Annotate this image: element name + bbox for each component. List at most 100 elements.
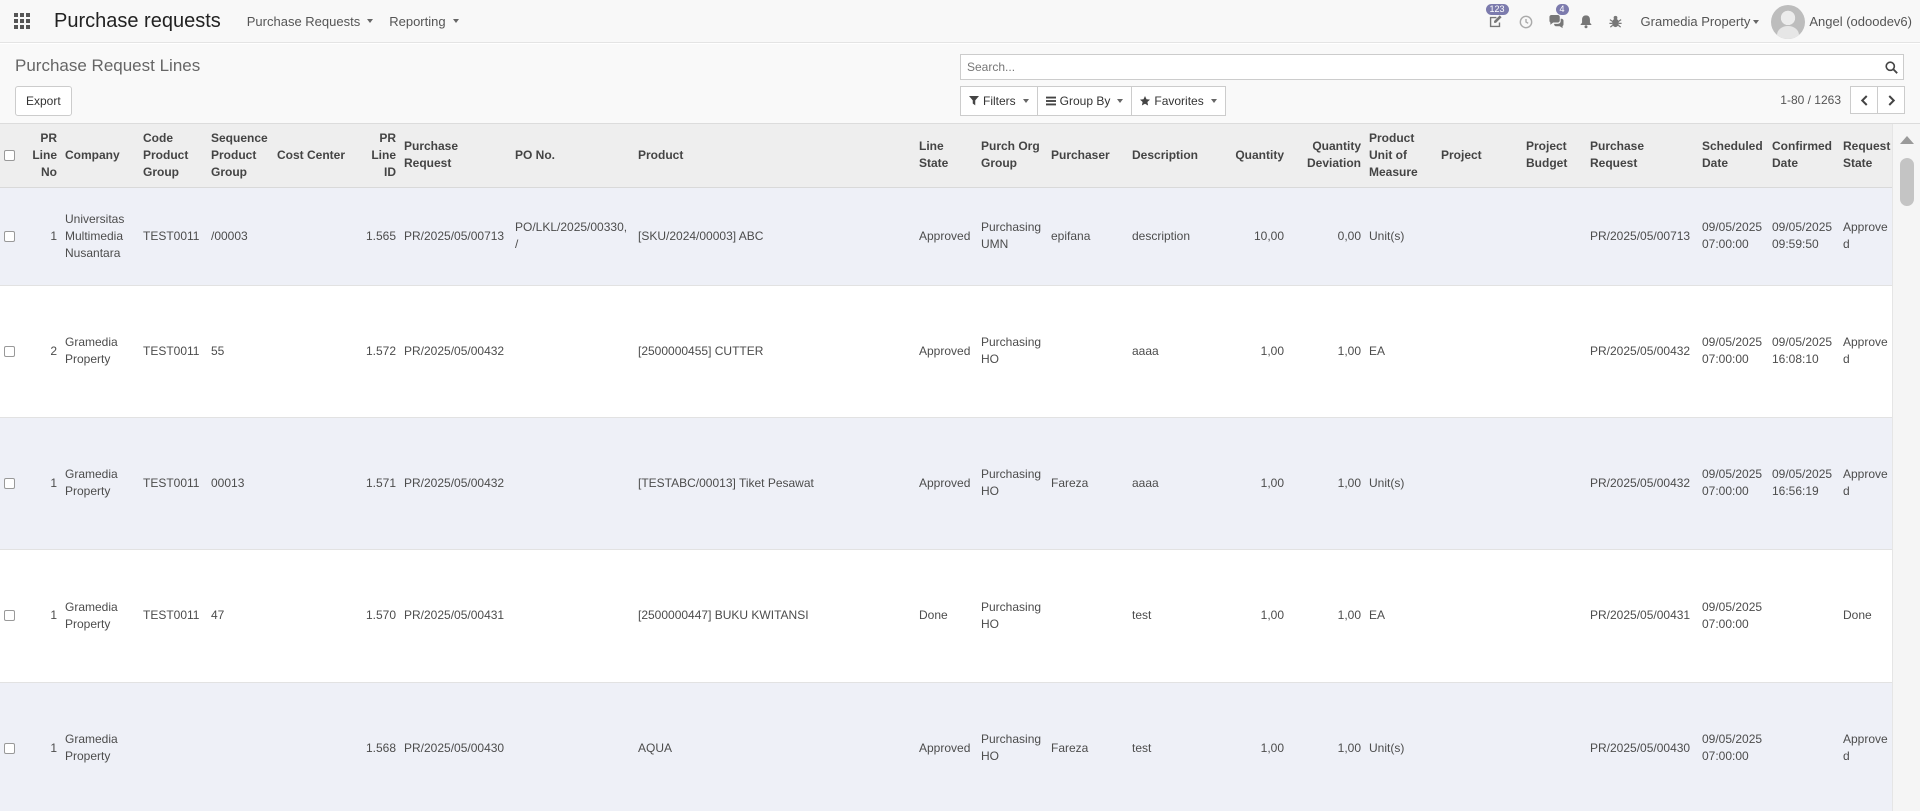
user-menu[interactable]: Angel (odoodev6) bbox=[1771, 4, 1920, 39]
column-header[interactable]: Line State bbox=[915, 124, 977, 188]
table-row[interactable]: 1 Gramedia Property TEST0011 00013 1.571 PR/2… bbox=[0, 417, 1892, 550]
column-header[interactable]: Request State bbox=[1839, 124, 1892, 188]
column-header[interactable]: Confirmed Date bbox=[1768, 124, 1839, 188]
table-row[interactable]: 1 Gramedia Property TEST0011 47 1.570 PR/2025… bbox=[0, 549, 1892, 683]
row-select-cell[interactable] bbox=[0, 549, 24, 683]
row-checkbox[interactable] bbox=[4, 742, 15, 754]
table-cell: Approved bbox=[1839, 285, 1892, 418]
column-header[interactable]: Project Budget bbox=[1522, 124, 1586, 188]
caret-down-icon bbox=[1753, 19, 1760, 24]
column-header[interactable]: Scheduled Date bbox=[1698, 124, 1768, 188]
column-header[interactable]: Purchase Request bbox=[400, 124, 511, 188]
search-box bbox=[960, 54, 1904, 80]
table-cell: PR/2025/05/00432 bbox=[1586, 417, 1698, 550]
table-cell bbox=[1437, 682, 1522, 811]
column-header[interactable]: Description bbox=[1128, 124, 1217, 188]
column-header[interactable]: Purchase Request bbox=[1586, 124, 1698, 188]
clock-button[interactable] bbox=[1511, 0, 1541, 43]
row-checkbox[interactable] bbox=[4, 345, 15, 357]
column-header[interactable]: Product bbox=[634, 124, 915, 188]
table-cell bbox=[1768, 682, 1839, 811]
search-input[interactable] bbox=[961, 55, 1879, 79]
table-cell bbox=[1768, 549, 1839, 683]
column-header[interactable]: PR Line ID bbox=[361, 124, 400, 188]
chat-icon bbox=[1548, 14, 1564, 29]
row-checkbox[interactable] bbox=[4, 230, 15, 242]
table-cell: TEST0011 bbox=[139, 417, 207, 550]
vertical-scrollbar[interactable] bbox=[1892, 124, 1920, 811]
table-cell: 09/05/2025 16:56:19 bbox=[1768, 417, 1839, 550]
pager-value[interactable]: 1-80 / 1263 bbox=[1780, 93, 1841, 107]
scrollbar-thumb[interactable] bbox=[1900, 158, 1914, 206]
column-header[interactable]: Purch Org Group bbox=[977, 124, 1047, 188]
notification-button[interactable] bbox=[1571, 0, 1601, 43]
row-select-cell[interactable] bbox=[0, 682, 24, 811]
filters-button[interactable]: Filters bbox=[960, 86, 1038, 116]
table-cell: TEST0011 bbox=[139, 549, 207, 683]
table-row[interactable]: 1 Universitas Multimedia Nusantara TEST001… bbox=[0, 187, 1892, 286]
column-header[interactable]: PR Line No bbox=[24, 124, 61, 188]
table-cell: PR/2025/05/00713 bbox=[400, 187, 511, 286]
table-cell: [2500000447] BUKU KWITANSI bbox=[634, 549, 915, 683]
column-header[interactable]: Sequence Product Group bbox=[207, 124, 273, 188]
column-header[interactable]: Code Product Group bbox=[139, 124, 207, 188]
select-all-checkbox[interactable] bbox=[4, 150, 15, 162]
column-header[interactable]: PO No. bbox=[511, 124, 634, 188]
app-title[interactable]: Purchase requests bbox=[54, 10, 221, 33]
caret-down-icon bbox=[367, 19, 374, 23]
table-cell bbox=[1437, 285, 1522, 418]
scroll-up-arrow-icon[interactable] bbox=[1900, 136, 1914, 144]
column-header[interactable]: Cost Center bbox=[273, 124, 361, 188]
table-row[interactable]: 1 Gramedia Property 1.568 PR/2025/05/00430 A… bbox=[0, 682, 1892, 811]
pager-next-button[interactable] bbox=[1877, 86, 1905, 114]
menu-purchase-requests[interactable]: Purchase Requests bbox=[239, 14, 381, 29]
table-header-row: PR Line No Company Code Product Group Seque… bbox=[0, 124, 1892, 188]
row-select-cell[interactable] bbox=[0, 417, 24, 550]
search-icon[interactable] bbox=[1879, 55, 1903, 79]
chevron-left-icon bbox=[1860, 94, 1867, 106]
column-header[interactable]: Purchaser bbox=[1047, 124, 1128, 188]
apps-menu-icon[interactable] bbox=[0, 0, 44, 43]
groupby-button[interactable]: Group By bbox=[1036, 86, 1133, 116]
row-checkbox[interactable] bbox=[4, 477, 15, 489]
table-cell: Gramedia Property bbox=[61, 682, 139, 811]
table-cell: 1,00 bbox=[1217, 682, 1288, 811]
top-navbar: Purchase requests Purchase Requests Repo… bbox=[0, 0, 1920, 43]
row-select-cell[interactable] bbox=[0, 187, 24, 286]
favorites-button[interactable]: Favorites bbox=[1131, 86, 1226, 116]
table-cell: PR/2025/05/00431 bbox=[1586, 549, 1698, 683]
row-checkbox[interactable] bbox=[4, 610, 15, 622]
table-cell: 1 bbox=[24, 187, 61, 286]
table-cell: aaaa bbox=[1128, 417, 1217, 550]
menu-reporting[interactable]: Reporting bbox=[381, 14, 466, 29]
list-view: PR Line No Company Code Product Group Seque… bbox=[0, 124, 1892, 811]
table-row[interactable]: 2 Gramedia Property TEST0011 55 1.572 PR/2025… bbox=[0, 285, 1892, 418]
table-cell: test bbox=[1128, 682, 1217, 811]
table-cell: Approved bbox=[1839, 682, 1892, 811]
activity-button[interactable]: 123 bbox=[1481, 0, 1511, 43]
table-cell: [TESTABC/00013] Tiket Pesawat bbox=[634, 417, 915, 550]
table-cell: [2500000455] CUTTER bbox=[634, 285, 915, 418]
pager: 1-80 / 1263 bbox=[1780, 86, 1905, 114]
bars-icon bbox=[1045, 96, 1056, 106]
company-switcher[interactable]: Gramedia Property bbox=[1631, 14, 1772, 29]
column-header[interactable]: Product Unit of Measure bbox=[1365, 124, 1437, 188]
messaging-button[interactable]: 4 bbox=[1541, 0, 1571, 43]
column-header[interactable]: Company bbox=[61, 124, 139, 188]
pager-previous-button[interactable] bbox=[1850, 86, 1878, 114]
select-all-header[interactable] bbox=[0, 124, 24, 188]
table-cell: 09/05/2025 07:00:00 bbox=[1698, 285, 1768, 418]
table-cell: Approved bbox=[915, 285, 977, 418]
column-header[interactable]: Project bbox=[1437, 124, 1522, 188]
column-header[interactable]: Quantity bbox=[1217, 124, 1288, 188]
debug-button[interactable] bbox=[1601, 0, 1631, 43]
table-cell: EA bbox=[1365, 549, 1437, 683]
column-header[interactable]: Quantity Deviation bbox=[1288, 124, 1365, 188]
export-button[interactable]: Export bbox=[15, 86, 72, 116]
table-cell: 1 bbox=[24, 682, 61, 811]
page-title: Purchase Request Lines bbox=[15, 56, 201, 75]
table-cell bbox=[207, 682, 273, 811]
row-select-cell[interactable] bbox=[0, 285, 24, 418]
caret-down-icon bbox=[1210, 99, 1217, 103]
edit-icon bbox=[1489, 15, 1502, 28]
